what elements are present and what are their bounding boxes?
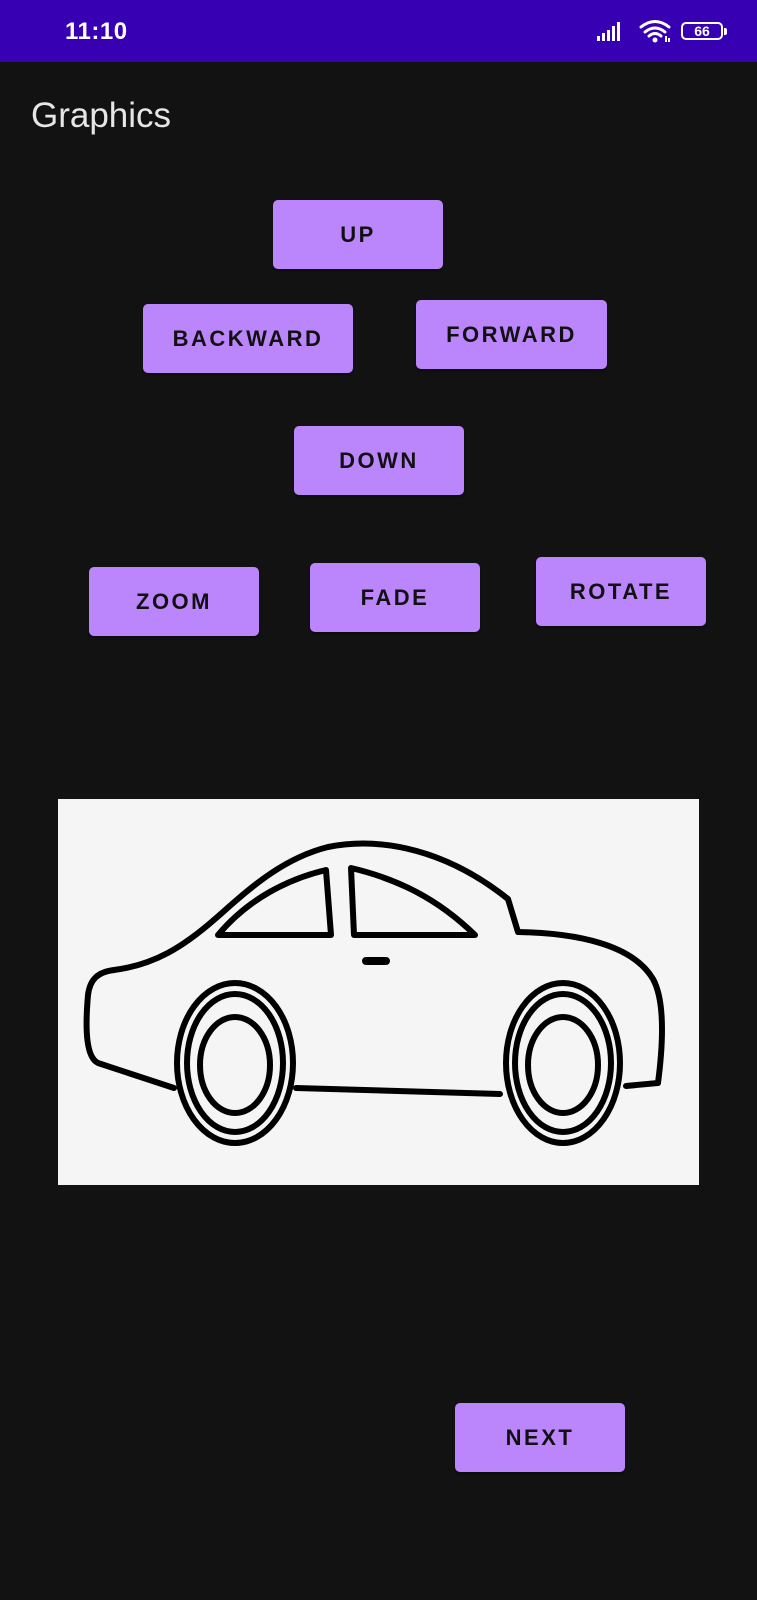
car-icon bbox=[83, 840, 665, 1146]
status-time: 11:10 bbox=[65, 18, 128, 45]
battery-level: 66 bbox=[694, 23, 710, 39]
app-title: Graphics bbox=[31, 96, 172, 135]
fade-button[interactable]: FADE bbox=[310, 563, 480, 632]
screen: 11:10 66 Graphics UP BACKWARD FORWARD DO… bbox=[0, 0, 757, 1600]
rotate-button[interactable]: ROTATE bbox=[536, 557, 706, 626]
zoom-button[interactable]: ZOOM bbox=[89, 567, 259, 636]
down-button[interactable]: DOWN bbox=[294, 426, 464, 495]
signal-icon bbox=[597, 21, 625, 46]
battery-tip bbox=[724, 28, 727, 35]
car-image bbox=[58, 799, 699, 1185]
backward-button[interactable]: BACKWARD bbox=[143, 304, 353, 373]
wifi-icon bbox=[639, 19, 671, 48]
next-button[interactable]: NEXT bbox=[455, 1403, 625, 1472]
battery-icon: 66 bbox=[681, 22, 727, 40]
status-bar: 11:10 66 bbox=[0, 0, 757, 62]
up-button[interactable]: UP bbox=[273, 200, 443, 269]
forward-button[interactable]: FORWARD bbox=[416, 300, 607, 369]
